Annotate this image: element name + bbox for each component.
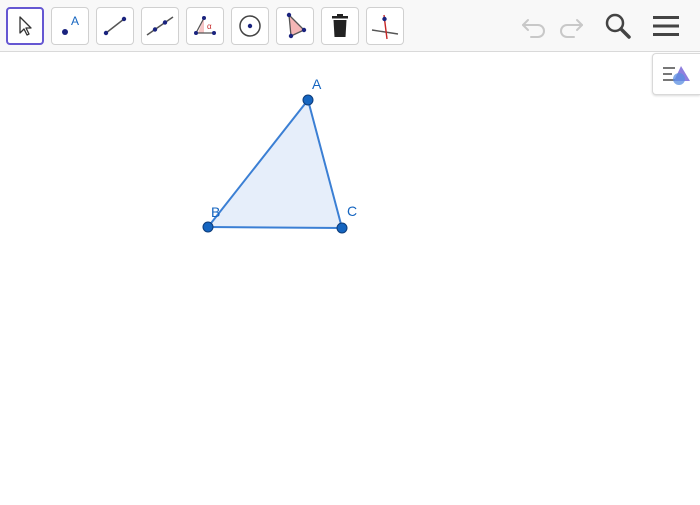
construction-canvas[interactable]: A B C: [0, 53, 700, 500]
search-button[interactable]: [602, 10, 634, 42]
line-icon: [146, 16, 174, 36]
angle-tool-letter: α: [207, 22, 212, 31]
move-tool-button[interactable]: [6, 7, 44, 45]
arrow-cursor-icon: [19, 16, 32, 36]
point-C-label[interactable]: C: [347, 203, 357, 219]
point-A-label[interactable]: A: [312, 76, 322, 92]
segment-icon: [103, 16, 127, 36]
point-A[interactable]: [302, 94, 314, 106]
point-C[interactable]: [336, 222, 348, 234]
triangle-polygon[interactable]: [208, 100, 342, 228]
line-tool-button[interactable]: [141, 7, 179, 45]
circle-with-center-icon: [239, 15, 261, 37]
trash-icon: [332, 14, 348, 37]
angle-tool-button[interactable]: α: [186, 7, 224, 45]
point-icon: A: [62, 14, 79, 35]
perpendicular-line-tool-button[interactable]: [366, 7, 404, 45]
undo-button[interactable]: [518, 10, 550, 42]
redo-icon: [560, 19, 583, 38]
perpendicular-line-icon: [371, 14, 399, 40]
algebra-view-toggle-icon: [662, 66, 690, 85]
hamburger-menu-icon: [653, 16, 679, 36]
toolbar: A α: [0, 0, 700, 52]
polygon-icon: [286, 12, 307, 39]
point-B[interactable]: [202, 221, 214, 233]
undo-icon: [522, 19, 545, 38]
segment-tool-button[interactable]: [96, 7, 134, 45]
graphics-view[interactable]: A B C: [0, 53, 700, 500]
segment-BC[interactable]: [207, 226, 343, 229]
redo-button[interactable]: [555, 10, 587, 42]
main-menu-button[interactable]: [650, 10, 682, 42]
circle-tool-button[interactable]: [231, 7, 269, 45]
angle-icon: α: [194, 16, 216, 35]
algebra-view-toggle-button[interactable]: [652, 53, 700, 95]
delete-tool-button[interactable]: [321, 7, 359, 45]
point-tool-letter: A: [71, 14, 79, 28]
point-B-label[interactable]: B: [211, 204, 220, 220]
search-icon: [605, 13, 631, 39]
polygon-tool-button[interactable]: [276, 7, 314, 45]
point-tool-button[interactable]: A: [51, 7, 89, 45]
